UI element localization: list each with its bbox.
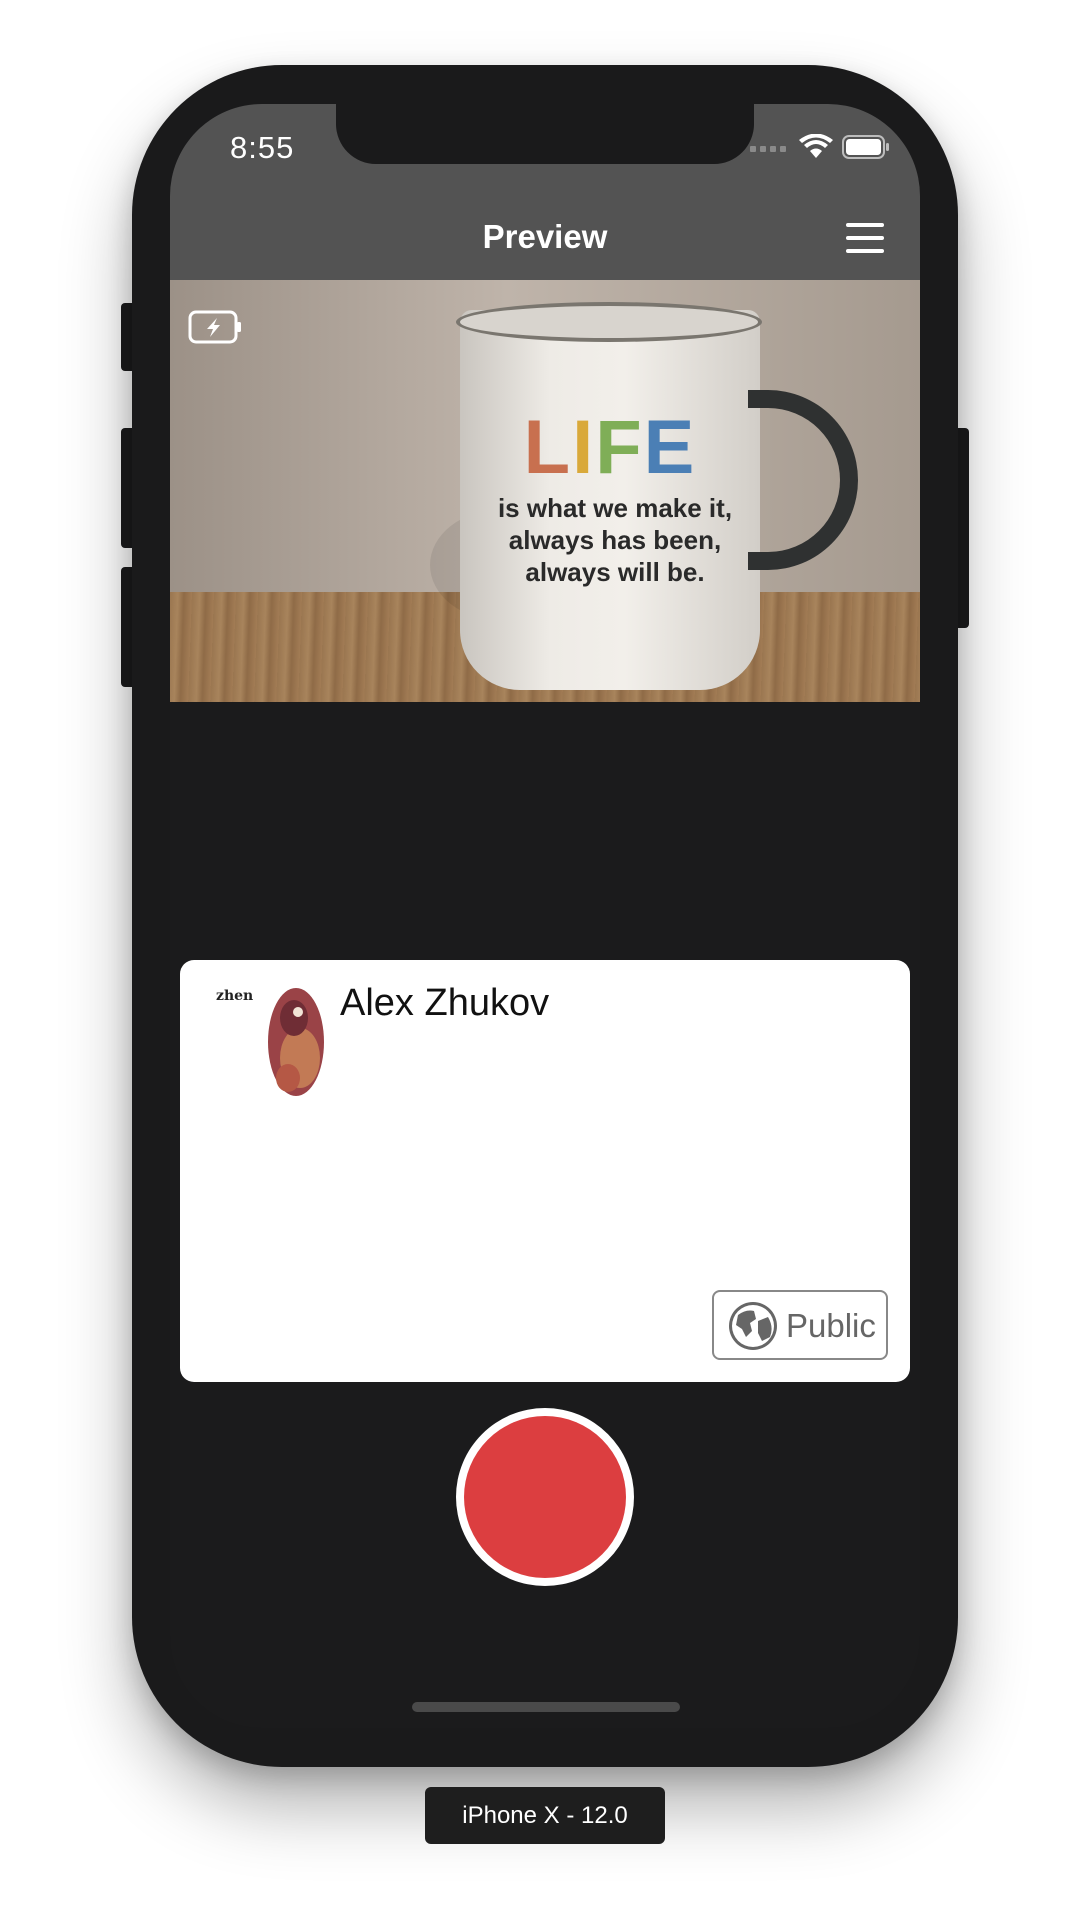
home-indicator[interactable] xyxy=(412,1702,680,1712)
visibility-label: Public xyxy=(786,1307,876,1344)
mug-rim xyxy=(456,302,762,342)
phone-screen: 8:55 Preview LIFE is what we make it, al… xyxy=(170,104,920,1728)
page-title: Preview xyxy=(482,218,608,255)
charging-icon xyxy=(188,310,241,344)
navigation-header: 8:55 Preview xyxy=(170,104,920,280)
record-button[interactable] xyxy=(456,1408,634,1586)
visibility-button[interactable]: Public xyxy=(712,1290,888,1360)
status-icons xyxy=(750,134,890,160)
wifi-icon xyxy=(799,134,833,158)
svg-text:zhen: zhen xyxy=(216,988,253,1004)
hamburger-menu-icon[interactable] xyxy=(846,223,884,253)
mug-caption: is what we make it, always has been, alw… xyxy=(497,493,733,587)
signal-icon xyxy=(750,146,788,152)
mug-life-text: LIFE xyxy=(523,405,697,490)
avatar: zhen xyxy=(216,988,324,1096)
record-icon xyxy=(464,1416,626,1578)
user-name: Alex Zhukov xyxy=(340,982,550,1024)
status-time: 8:55 xyxy=(230,130,295,165)
notch xyxy=(336,104,754,164)
battery-icon xyxy=(842,135,889,159)
globe-icon xyxy=(729,1302,777,1350)
camera-preview: LIFE is what we make it, always has been… xyxy=(170,280,920,702)
simulator-device-label: iPhone X - 12.0 xyxy=(425,1787,665,1844)
user-card: zhen Alex Zhukov Public xyxy=(180,960,910,1382)
